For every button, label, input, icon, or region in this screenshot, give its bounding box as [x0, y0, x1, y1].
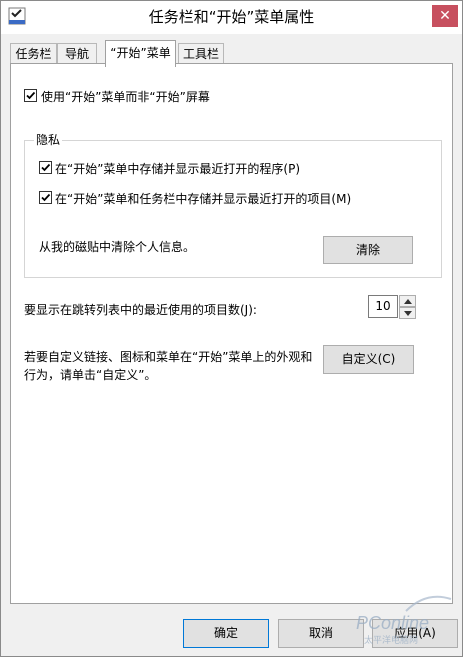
- spin-down-button[interactable]: [399, 307, 416, 319]
- use-start-menu-checkbox[interactable]: [24, 89, 37, 102]
- check-icon: [26, 91, 36, 100]
- ok-button[interactable]: 确定: [183, 619, 269, 648]
- close-button[interactable]: ✕: [432, 5, 458, 27]
- use-start-menu-label[interactable]: 使用“开始”菜单而非“开始”屏幕: [41, 88, 210, 105]
- tab-toolbars[interactable]: 工具栏: [178, 43, 224, 65]
- store-recent-items-checkbox[interactable]: [39, 191, 52, 204]
- close-icon: ✕: [439, 8, 451, 24]
- jump-list-count-label: 要显示在跳转列表中的最近使用的项目数(J):: [24, 303, 257, 317]
- tab-navigation[interactable]: 导航: [57, 43, 97, 65]
- window-title: 任务栏和“开始”菜单属性: [148, 8, 315, 26]
- privacy-group-title: 隐私: [34, 131, 63, 148]
- jump-list-count-input[interactable]: 10: [368, 295, 398, 318]
- pconline-watermark: PConline 太平洋电脑网: [356, 595, 452, 646]
- check-icon: [41, 163, 51, 172]
- watermark-brand: PConline: [356, 613, 429, 633]
- title-bar: 任务栏和“开始”菜单属性 ✕: [1, 1, 462, 34]
- store-recent-items-label[interactable]: 在“开始”菜单和任务栏中存储并显示最近打开的项目(M): [55, 190, 351, 207]
- check-icon: [41, 193, 51, 202]
- properties-dialog: 任务栏和“开始”菜单属性 ✕ 任务栏 导航 “开始”菜单 工具栏 使用“开始”菜…: [0, 0, 463, 657]
- customize-text-line2: 行为，请单击“自定义”。: [24, 368, 157, 382]
- tab-taskbar[interactable]: 任务栏: [10, 43, 57, 65]
- clear-button[interactable]: 清除: [323, 236, 413, 264]
- customize-button[interactable]: 自定义(C): [323, 345, 414, 374]
- clear-tiles-text: 从我的磁贴中清除个人信息。: [39, 240, 196, 254]
- store-recent-programs-label[interactable]: 在“开始”菜单中存储并显示最近打开的程序(P): [55, 160, 300, 177]
- customize-text-line1: 若要自定义链接、图标和菜单在“开始”菜单上的外观和: [24, 350, 313, 364]
- tab-start-menu[interactable]: “开始”菜单: [105, 40, 176, 67]
- tab-strip: 任务栏 导航 “开始”菜单 工具栏: [1, 34, 462, 67]
- arrow-up-icon: [404, 299, 412, 304]
- store-recent-programs-checkbox[interactable]: [39, 161, 52, 174]
- watermark-tagline: 太平洋电脑网: [364, 634, 418, 646]
- arrow-down-icon: [404, 311, 412, 316]
- spin-up-button[interactable]: [399, 295, 416, 307]
